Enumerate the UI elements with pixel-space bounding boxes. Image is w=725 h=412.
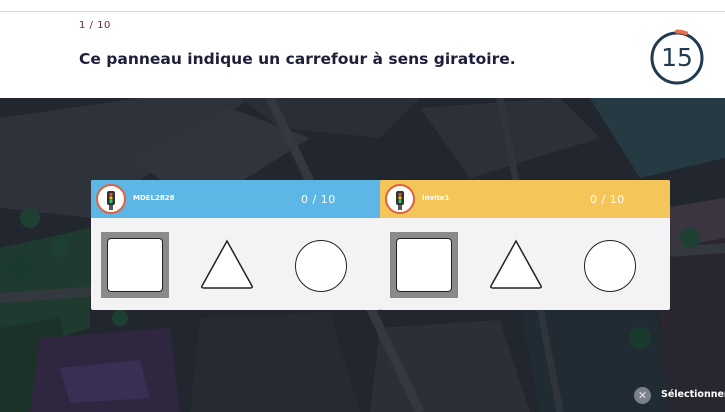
question-progress: 1 / 10: [79, 20, 111, 31]
traffic-light-character-icon: [96, 184, 126, 214]
player-name: Invite1: [422, 194, 450, 202]
square-icon: [396, 238, 452, 292]
square-option-selected[interactable]: [390, 232, 458, 298]
player-score: 0 / 10: [590, 193, 625, 206]
square-option-selected[interactable]: [101, 232, 169, 298]
player-card: MDEL2828 0 / 10: [91, 180, 381, 310]
traffic-light-character-icon: [385, 184, 415, 214]
player-score: 0 / 10: [301, 193, 336, 206]
circle-option[interactable]: [295, 240, 347, 292]
player-name: MDEL2828: [133, 194, 175, 202]
circle-option[interactable]: [584, 240, 636, 292]
question-text: Ce panneau indique un carrefour à sens g…: [79, 50, 516, 68]
triangle-option[interactable]: [488, 238, 544, 290]
question-header: 1 / 10 Ce panneau indique un carrefour à…: [0, 0, 725, 98]
player-card-header: MDEL2828 0 / 10: [91, 180, 381, 218]
select-label[interactable]: Sélectionner: [661, 389, 725, 400]
triangle-option[interactable]: [199, 238, 255, 290]
player-card: Invite1 0 / 10: [380, 180, 670, 310]
timer-value: 15: [661, 43, 693, 72]
square-icon: [107, 238, 163, 292]
header-divider: [0, 11, 725, 12]
x-icon[interactable]: ✕: [634, 387, 651, 404]
player-card-header: Invite1 0 / 10: [380, 180, 670, 218]
countdown-timer: 15: [648, 29, 706, 87]
